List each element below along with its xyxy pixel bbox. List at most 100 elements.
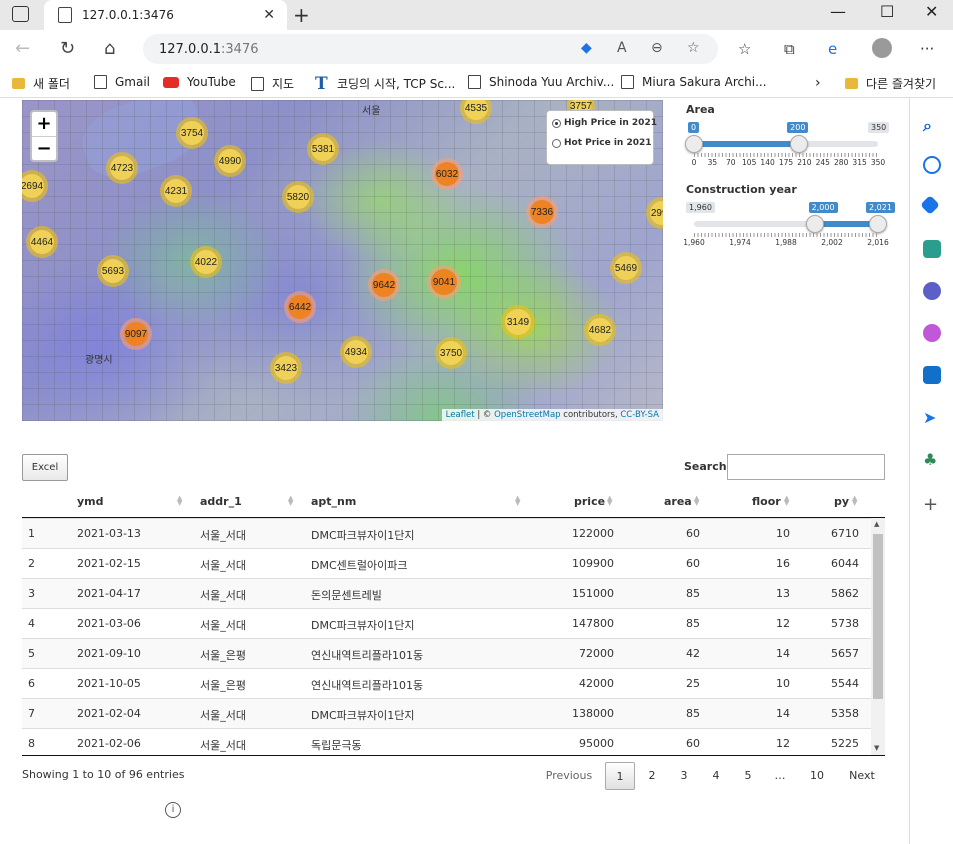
outlook-icon[interactable] bbox=[923, 366, 941, 384]
page-button[interactable]: 10 bbox=[804, 762, 830, 790]
marker-cluster[interactable]: 4682 bbox=[584, 314, 616, 346]
table-row[interactable]: 6 2021-10-05 서울_은평 연신내역트리플라101동 42000 25 10 554… bbox=[22, 668, 871, 698]
favorites-icon[interactable]: ☆ bbox=[738, 40, 751, 58]
chevron-right-icon[interactable]: › bbox=[815, 75, 821, 91]
marker-cluster[interactable]: 3750 bbox=[435, 337, 467, 369]
column-header[interactable]: floor bbox=[752, 495, 781, 508]
slider-handle-to[interactable] bbox=[869, 215, 887, 233]
workspaces-icon[interactable] bbox=[12, 6, 29, 22]
add-favorite-icon[interactable]: ☆ bbox=[687, 40, 700, 56]
slider-handle-from[interactable] bbox=[685, 135, 703, 153]
marker-cluster[interactable]: 4022 bbox=[190, 246, 222, 278]
layer-option-high[interactable]: High Price in 2021 bbox=[552, 118, 657, 128]
table-row[interactable]: 1 2021-03-13 서울_서대 DMC파크뷰자이1단지 122000 60 10 671… bbox=[22, 518, 871, 548]
home-icon[interactable]: ⌂ bbox=[104, 38, 115, 59]
bing-icon[interactable] bbox=[923, 156, 941, 174]
other-favorites[interactable]: 다른 즐겨찾기 bbox=[845, 75, 936, 92]
column-header[interactable]: ymd bbox=[77, 495, 104, 508]
bookmark-item[interactable]: 지도 bbox=[251, 75, 294, 92]
slider-track[interactable] bbox=[694, 141, 878, 147]
page-button[interactable]: 5 bbox=[735, 762, 761, 790]
search-input[interactable] bbox=[727, 454, 885, 480]
excel-button[interactable]: Excel bbox=[22, 454, 68, 481]
read-aloud-icon[interactable]: A bbox=[617, 40, 627, 56]
layer-option-hot[interactable]: Hot Price in 2021 bbox=[552, 138, 652, 148]
marker-cluster[interactable]: 5820 bbox=[282, 181, 314, 213]
marker-cluster[interactable]: 7336 bbox=[526, 196, 558, 228]
slider-track[interactable] bbox=[694, 221, 878, 227]
marker-cluster[interactable]: 5381 bbox=[307, 133, 339, 165]
column-header[interactable]: apt_nm bbox=[311, 495, 356, 508]
leaflet-map[interactable]: 서울 광명시 4535 3757 3754 4723 4990 5381 2694 4231 5… bbox=[22, 100, 663, 421]
table-row[interactable]: 7 2021-02-04 서울_서대 DMC파크뷰자이1단지 138000 85 14 535… bbox=[22, 698, 871, 728]
marker-cluster[interactable]: 9041 bbox=[427, 265, 461, 299]
page-button[interactable]: 4 bbox=[703, 762, 729, 790]
search-icon[interactable]: ⌕ bbox=[923, 116, 941, 135]
bookmark-item[interactable]: Shinoda Yuu Archiv... bbox=[468, 75, 614, 89]
license-link[interactable]: CC-BY-SA bbox=[620, 410, 659, 420]
previous-button[interactable]: Previous bbox=[542, 762, 596, 790]
minimize-icon[interactable]: — bbox=[830, 2, 846, 21]
close-window-icon[interactable]: ✕ bbox=[925, 2, 938, 21]
column-header[interactable]: price bbox=[574, 495, 605, 508]
zoom-in-button[interactable]: + bbox=[32, 112, 56, 136]
site-info-icon[interactable]: i bbox=[165, 802, 181, 818]
marker-cluster[interactable]: 5469 bbox=[610, 252, 642, 284]
bookmark-item[interactable]: T 코딩의 시작, TCP Sc... bbox=[315, 75, 455, 92]
games-icon[interactable] bbox=[923, 282, 941, 300]
marker-cluster[interactable]: 4464 bbox=[26, 226, 58, 258]
zoom-out-button[interactable]: − bbox=[32, 136, 56, 160]
table-row[interactable]: 4 2021-03-06 서울_서대 DMC파크뷰자이1단지 147800 85 12 573… bbox=[22, 608, 871, 638]
scrollbar[interactable]: ▲ ▼ bbox=[871, 518, 885, 755]
marker-cluster[interactable]: 4723 bbox=[106, 152, 138, 184]
browser-tab[interactable]: 127.0.0.1:3476 ✕ bbox=[44, 0, 287, 30]
scroll-down-icon[interactable]: ▼ bbox=[874, 744, 879, 752]
tree-icon[interactable]: ♣ bbox=[923, 450, 941, 469]
marker-cluster[interactable]: 6442 bbox=[284, 291, 316, 323]
table-row[interactable]: 3 2021-04-17 서울_서대 돈의문센트레빌 151000 85 13 5862 bbox=[22, 578, 871, 608]
new-tab-icon[interactable]: + bbox=[293, 3, 310, 27]
refresh-icon[interactable]: ↻ bbox=[60, 38, 75, 59]
marker-cluster[interactable]: 3754 bbox=[176, 117, 208, 149]
office-icon[interactable] bbox=[923, 324, 941, 342]
page-button-current[interactable]: 1 bbox=[605, 762, 635, 790]
bookmark-item[interactable]: Miura Sakura Archi... bbox=[621, 75, 767, 89]
profile-avatar[interactable] bbox=[872, 38, 892, 58]
url-field[interactable]: i 127.0.0.1:3476 ◆ A ⊖ ☆ bbox=[143, 34, 718, 818]
bookmark-item[interactable]: 새 폴더 bbox=[12, 75, 70, 92]
table-row[interactable]: 2 2021-02-15 서울_서대 DMC센트럴아이파크 109900 60 16 6044 bbox=[22, 548, 871, 578]
next-button[interactable]: Next bbox=[844, 762, 880, 790]
bookmark-item[interactable]: Gmail bbox=[94, 75, 150, 89]
osm-link[interactable]: OpenStreetMap bbox=[494, 410, 560, 420]
marker-cluster[interactable]: 4934 bbox=[340, 336, 372, 368]
tools-icon[interactable] bbox=[923, 240, 941, 258]
scrollbar-thumb[interactable] bbox=[873, 534, 883, 699]
table-row[interactable]: 5 2021-09-10 서울_은평 연신내역트리플라101동 72000 42 14 565… bbox=[22, 638, 871, 668]
collections-icon[interactable]: ⧉ bbox=[784, 40, 795, 58]
send-icon[interactable]: ➤ bbox=[923, 408, 941, 427]
page-button[interactable]: 2 bbox=[639, 762, 665, 790]
page-button[interactable]: 3 bbox=[671, 762, 697, 790]
back-icon[interactable]: ← bbox=[15, 38, 30, 59]
add-icon[interactable]: + bbox=[923, 494, 941, 515]
column-header[interactable]: py bbox=[834, 495, 849, 508]
leaflet-link[interactable]: Leaflet bbox=[446, 410, 475, 420]
column-header[interactable]: area bbox=[664, 495, 692, 508]
close-tab-icon[interactable]: ✕ bbox=[263, 7, 275, 23]
column-header[interactable]: addr_1 bbox=[200, 495, 242, 508]
radio-button[interactable] bbox=[552, 118, 561, 128]
scroll-up-icon[interactable]: ▲ bbox=[874, 520, 879, 528]
tag-icon[interactable]: ◆ bbox=[581, 40, 592, 56]
marker-cluster[interactable]: 3149 bbox=[501, 305, 535, 339]
marker-cluster[interactable]: 9097 bbox=[120, 318, 152, 350]
slider-handle-to[interactable] bbox=[790, 135, 809, 153]
shopping-icon[interactable] bbox=[920, 195, 940, 215]
marker-cluster[interactable]: 6032 bbox=[431, 158, 463, 190]
table-row[interactable]: 8 2021-02-06 서울_서대 독립문극동 95000 60 12 5225 bbox=[22, 728, 871, 755]
maximize-icon[interactable]: ☐ bbox=[880, 2, 894, 21]
marker-cluster[interactable]: 9642 bbox=[368, 269, 400, 301]
edge-extension-icon[interactable]: e bbox=[828, 40, 837, 58]
bookmark-item[interactable]: YouTube bbox=[163, 75, 236, 89]
marker-cluster[interactable]: 4990 bbox=[214, 145, 246, 177]
marker-cluster[interactable]: 3423 bbox=[270, 352, 302, 384]
